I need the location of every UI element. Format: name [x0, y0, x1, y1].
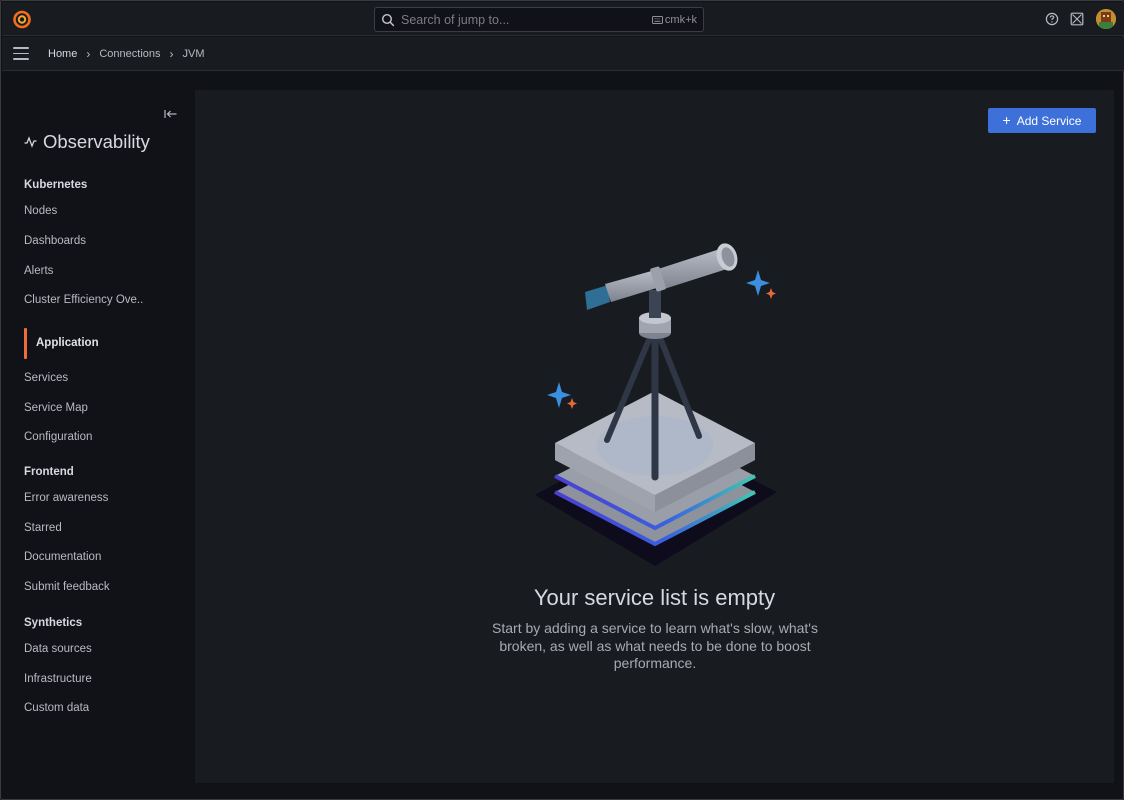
breadcrumb-bar: Home › Connections › JVM	[2, 37, 1124, 71]
sidebar-item-starred[interactable]: Starred	[24, 522, 62, 534]
sidebar: Observability Kubernetes Nodes Dashboard…	[2, 90, 194, 800]
top-bar: Search of jump to... cmk+k	[2, 2, 1124, 36]
search-shortcut: cmk+k	[651, 13, 697, 26]
help-circle-icon[interactable]	[1045, 12, 1059, 26]
plus-icon: +	[1002, 112, 1011, 128]
telescope-illustration	[535, 243, 777, 566]
search-bar[interactable]: Search of jump to... cmk+k	[374, 7, 704, 32]
breadcrumb-connections[interactable]: Connections	[99, 48, 160, 60]
grafana-logo-icon[interactable]	[12, 9, 32, 29]
sidebar-title-text: Observability	[43, 131, 150, 152]
empty-state-description: Start by adding a service to learn what'…	[492, 620, 818, 671]
empty-state-title: Your service list is empty	[533, 585, 776, 610]
sidebar-item-configuration[interactable]: Configuration	[24, 431, 92, 443]
breadcrumb-jvm[interactable]: JVM	[183, 48, 205, 60]
sidebar-item-submit-feedback[interactable]: Submit feedback	[24, 581, 110, 593]
section-kubernetes: Kubernetes	[24, 179, 88, 191]
app-frame: Search of jump to... cmk+k Home › Connec…	[0, 0, 1124, 800]
activity-icon	[24, 136, 37, 148]
add-service-label: Add Service	[1016, 113, 1082, 128]
news-icon[interactable]	[1070, 12, 1084, 26]
sidebar-item-error-awareness[interactable]: Error awareness	[24, 492, 108, 504]
sidebar-item-nodes[interactable]: Nodes	[24, 205, 57, 217]
keyboard-icon	[651, 15, 663, 24]
sidebar-item-services[interactable]: Services	[24, 372, 68, 384]
sidebar-title: Observability	[24, 131, 150, 153]
chevron-right-icon: ›	[86, 47, 91, 61]
menu-icon[interactable]	[13, 47, 29, 61]
add-service-button[interactable]: + Add Service	[988, 108, 1096, 133]
collapse-sidebar-icon[interactable]	[164, 108, 178, 120]
main-panel: + Add Service Your service list is empty…	[195, 90, 1114, 783]
sidebar-item-cluster-efficiency[interactable]: Cluster Efficiency Ove..	[24, 294, 143, 306]
user-avatar-icon[interactable]	[1096, 9, 1116, 29]
section-frontend: Frontend	[24, 466, 74, 478]
breadcrumb: Home › Connections › JVM	[48, 47, 205, 61]
sidebar-item-alerts[interactable]: Alerts	[24, 265, 53, 277]
sidebar-item-service-map[interactable]: Service Map	[24, 402, 88, 414]
section-synthetics: Synthetics	[24, 617, 83, 629]
sidebar-item-data-sources[interactable]: Data sources	[24, 643, 92, 655]
search-placeholder: Search of jump to...	[401, 12, 510, 27]
search-shortcut-label: cmk+k	[664, 13, 697, 26]
sidebar-item-infrastructure[interactable]: Infrastructure	[24, 673, 92, 685]
search-icon	[381, 13, 395, 26]
sidebar-item-custom-data[interactable]: Custom data	[24, 702, 89, 714]
sidebar-item-dashboards[interactable]: Dashboards	[24, 235, 86, 247]
active-indicator	[24, 328, 27, 359]
chevron-right-icon: ›	[169, 47, 174, 61]
section-application[interactable]: Application	[36, 337, 99, 349]
sidebar-item-documentation[interactable]: Documentation	[24, 551, 101, 563]
breadcrumb-home[interactable]: Home	[48, 48, 77, 60]
